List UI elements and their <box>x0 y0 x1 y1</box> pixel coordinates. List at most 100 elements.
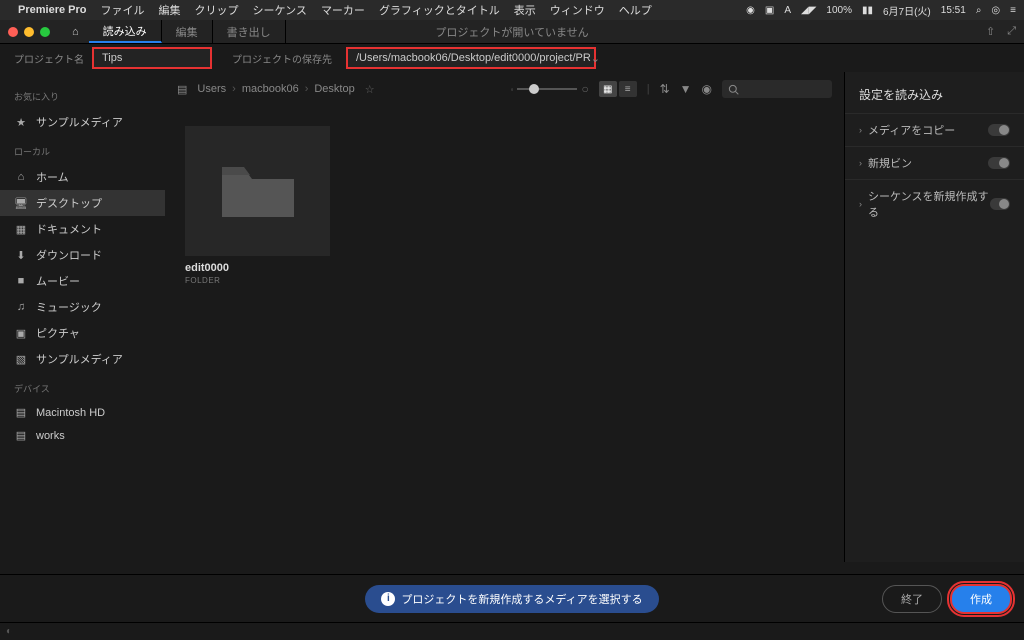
status-icon: ◉ <box>746 5 755 16</box>
info-icon: i <box>381 592 395 606</box>
status-icon: A <box>784 5 791 16</box>
panel-title: 設定を読み込み <box>845 80 1024 113</box>
folder-icon <box>218 159 298 223</box>
picture-icon: ▣ <box>14 327 28 340</box>
setting-copy-media[interactable]: › メディアをコピー <box>845 113 1024 146</box>
window-titlebar: ⌂ 読み込み 編集 書き出し プロジェクトが開いていません ⇧ ⤢ <box>0 20 1024 44</box>
wifi-icon: ◢◤ <box>801 5 816 16</box>
sidebar-item-downloads[interactable]: ⬇ダウンロード <box>0 242 165 268</box>
search-icon[interactable]: ⌕ <box>976 5 982 16</box>
breadcrumb[interactable]: Users› macbook06› Desktop ☆ <box>197 83 374 96</box>
search-input[interactable] <box>722 80 832 98</box>
media-icon: ▧ <box>14 353 28 366</box>
filter-icon[interactable]: ▼ <box>680 82 692 96</box>
sidebar-item-movies[interactable]: ■ムービー <box>0 268 165 294</box>
menu-clip[interactable]: クリップ <box>194 2 238 18</box>
sidebar-item-pictures[interactable]: ▣ピクチャ <box>0 320 165 346</box>
folder-type: FOLDER <box>185 276 330 285</box>
chevron-right-icon: › <box>859 199 862 209</box>
drive-icon: ▤ <box>14 429 28 442</box>
status-icon: ▣ <box>765 5 774 16</box>
download-icon: ⬇ <box>14 249 28 262</box>
project-name-input[interactable]: Tips <box>92 47 212 69</box>
favorite-star-icon[interactable]: ☆ <box>365 83 375 96</box>
drive-icon: ▤ <box>177 83 187 96</box>
folder-item[interactable]: edit0000 FOLDER <box>185 126 330 285</box>
desktop-icon: 🖥 <box>14 197 28 210</box>
tab-edit[interactable]: 編集 <box>162 20 213 43</box>
create-button[interactable]: 作成 <box>950 584 1012 614</box>
chevron-down-icon: ⌄ <box>591 52 600 65</box>
import-settings-panel: 設定を読み込み › メディアをコピー › 新規ビン › シーケンスを新規作成する <box>844 72 1024 562</box>
project-path-label: プロジェクトの保存先 <box>232 51 332 66</box>
project-name-label: プロジェクト名 <box>14 51 84 66</box>
menu-edit[interactable]: 編集 <box>158 2 180 18</box>
status-indicator-icon: ◐ <box>6 626 12 637</box>
music-icon: ♫ <box>14 301 28 313</box>
menu-window[interactable]: ウィンドウ <box>550 2 605 18</box>
chevron-right-icon: › <box>859 125 862 135</box>
menu-marker[interactable]: マーカー <box>321 2 365 18</box>
maximize-window-button[interactable] <box>40 27 50 37</box>
sidebar-section-devices: デバイス <box>0 372 165 401</box>
folder-name: edit0000 <box>185 262 330 274</box>
cancel-button[interactable]: 終了 <box>882 585 942 613</box>
sidebar-item-desktop[interactable]: 🖥デスクトップ <box>0 190 165 216</box>
share-icon[interactable]: ⇧ <box>986 25 995 38</box>
movie-icon: ■ <box>14 275 28 287</box>
notification-icon[interactable]: ≡ <box>1010 5 1016 16</box>
app-name[interactable]: Premiere Pro <box>18 4 86 16</box>
tab-export[interactable]: 書き出し <box>213 20 286 43</box>
sidebar: お気に入り ★ サンプルメディア ローカル ⌂ホーム 🖥デスクトップ ▦ドキュメ… <box>0 72 165 562</box>
menu-help[interactable]: ヘルプ <box>619 2 652 18</box>
menu-sequence[interactable]: シーケンス <box>252 2 306 18</box>
project-settings-row: プロジェクト名 Tips プロジェクトの保存先 /Users/macbook06… <box>0 44 1024 72</box>
sidebar-item-documents[interactable]: ▦ドキュメント <box>0 216 165 242</box>
menu-file[interactable]: ファイル <box>100 2 144 18</box>
setting-new-bin[interactable]: › 新規ビン <box>845 146 1024 179</box>
setting-new-sequence[interactable]: › シーケンスを新規作成する <box>845 179 1024 228</box>
toggle[interactable] <box>990 198 1010 210</box>
battery-percent: 100% <box>826 5 852 16</box>
sidebar-item-works[interactable]: ▤works <box>0 424 165 447</box>
thumbnail-size-slider[interactable]: ◦ ○ <box>511 82 589 96</box>
chevron-right-icon: › <box>859 158 862 168</box>
sidebar-item-sample-media[interactable]: ★ サンプルメディア <box>0 109 165 135</box>
bottom-bar: i プロジェクトを新規作成するメディアを選択する 終了 作成 <box>0 574 1024 622</box>
statusbar: ◐ <box>0 622 1024 640</box>
sidebar-item-home[interactable]: ⌂ホーム <box>0 164 165 190</box>
info-message: i プロジェクトを新規作成するメディアを選択する <box>365 585 658 613</box>
document-icon: ▦ <box>14 223 28 236</box>
menu-view[interactable]: 表示 <box>514 2 536 18</box>
list-view-button[interactable]: ≡ <box>619 81 637 97</box>
sort-icon[interactable]: ⇅ <box>660 82 670 96</box>
search-icon <box>728 84 739 95</box>
menu-graphics[interactable]: グラフィックとタイトル <box>379 2 500 18</box>
grid-view-button[interactable]: ▦ <box>599 81 617 97</box>
sidebar-item-music[interactable]: ♫ミュージック <box>0 294 165 320</box>
status-time: 15:51 <box>941 5 966 16</box>
tab-import[interactable]: 読み込み <box>89 20 162 43</box>
mac-menubar: Premiere Pro ファイル 編集 クリップ シーケンス マーカー グラフ… <box>0 0 1024 20</box>
minimize-window-button[interactable] <box>24 27 34 37</box>
sidebar-item-macintosh-hd[interactable]: ▤Macintosh HD <box>0 401 165 424</box>
sidebar-item-sample-media-2[interactable]: ▧サンプルメディア <box>0 346 165 372</box>
status-date: 6月7日(火) <box>883 3 931 18</box>
fullscreen-icon[interactable]: ⤢ <box>1007 25 1016 38</box>
battery-icon: ▮▮ <box>862 5 873 16</box>
home-icon[interactable]: ⌂ <box>72 26 79 38</box>
visibility-icon[interactable]: ◉ <box>702 82 712 96</box>
sidebar-section-local: ローカル <box>0 135 165 164</box>
project-path-dropdown[interactable]: /Users/macbook06/Desktop/edit0000/projec… <box>346 47 596 69</box>
drive-icon: ▤ <box>14 406 28 419</box>
toggle[interactable] <box>988 124 1010 136</box>
toggle[interactable] <box>988 157 1010 169</box>
star-icon: ★ <box>14 116 28 129</box>
siri-icon[interactable]: ◎ <box>991 5 1000 16</box>
file-browser: ▤ Users› macbook06› Desktop ☆ ◦ ○ ▦ ≡ | … <box>165 72 844 562</box>
home-icon: ⌂ <box>14 171 28 183</box>
divider: | <box>647 83 650 95</box>
sidebar-section-favorites: お気に入り <box>0 80 165 109</box>
close-window-button[interactable] <box>8 27 18 37</box>
project-status-message: プロジェクトが開いていません <box>435 24 588 40</box>
